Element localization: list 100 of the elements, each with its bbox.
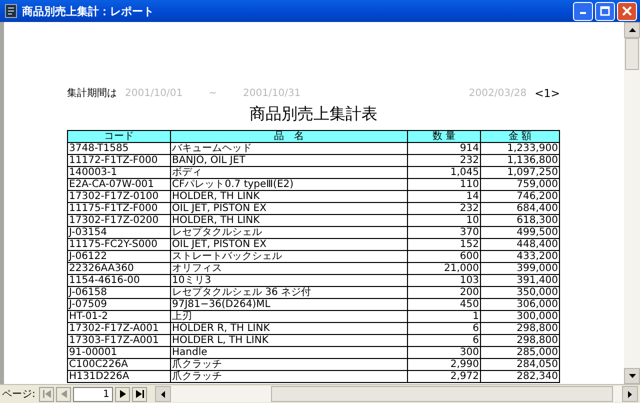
column-header: 数 量 — [408, 130, 480, 142]
down-arrow-icon — [628, 374, 636, 378]
table-cell: 298,800 — [480, 334, 560, 346]
previous-page-icon — [60, 390, 67, 398]
right-arrow-icon — [628, 390, 632, 398]
table-cell: 103 — [408, 274, 480, 286]
table-cell: 1,233,900 — [480, 142, 560, 154]
table-cell: 152 — [408, 238, 480, 250]
table-cell: 10 — [408, 214, 480, 226]
table-cell: 爪クラッチ — [170, 370, 408, 382]
table-cell: H131D226A — [68, 370, 170, 382]
table-cell: HT-01-2 — [68, 310, 170, 322]
table-cell: OIL JET, PISTON EX — [170, 202, 408, 214]
table-cell: 11175-F1TZ-F000 — [68, 202, 170, 214]
left-arrow-icon — [161, 390, 166, 398]
app-icon — [5, 4, 17, 18]
table-cell: 6 — [408, 322, 480, 334]
close-icon — [622, 6, 632, 16]
period-separator: ~ — [208, 88, 218, 98]
table-cell: 284,050 — [480, 358, 560, 370]
table-cell: 232 — [408, 202, 480, 214]
table-cell: Handle — [170, 346, 408, 358]
table-cell: 2,972 — [408, 370, 480, 382]
table-cell: 306,000 — [480, 298, 560, 310]
table-cell: HOLDER R, TH LINK — [170, 322, 408, 334]
scroll-up-button[interactable] — [624, 22, 640, 38]
table-cell: 11175-FC2Y-S000 — [68, 238, 170, 250]
table-cell: J-07509 — [68, 298, 170, 310]
table-cell: レセプタクルシェル — [170, 226, 408, 238]
table-cell: 684,400 — [480, 202, 560, 214]
last-page-icon — [136, 390, 144, 398]
table-cell: 上刃 — [170, 310, 408, 322]
table-cell: 爪クラッチ — [170, 358, 408, 370]
print-date: 2002/03/28 — [468, 88, 527, 98]
table-cell: 300 — [408, 346, 480, 358]
table-cell: 14 — [408, 190, 480, 202]
column-header: コード — [68, 130, 170, 142]
period-end-date: 2001/10/31 — [243, 88, 301, 98]
last-page-button[interactable] — [132, 386, 148, 402]
scroll-thumb[interactable] — [271, 386, 614, 402]
table-cell: 285,000 — [480, 346, 560, 358]
table-cell: 3748-T1585 — [68, 142, 170, 154]
table-cell: 17302-F17Z-0200 — [68, 214, 170, 226]
table-cell: 448,400 — [480, 238, 560, 250]
maximize-icon — [600, 6, 610, 16]
table-cell: オリフィス — [170, 262, 408, 274]
scroll-down-button[interactable] — [624, 368, 640, 384]
next-page-icon — [120, 390, 126, 398]
table-cell: 232 — [408, 154, 480, 166]
table-cell: 21,000 — [408, 262, 480, 274]
table-cell: HOLDER L, TH LINK — [170, 334, 408, 346]
table-cell: 399,000 — [480, 262, 560, 274]
table-cell: 140003-1 — [68, 166, 170, 178]
table-cell: 391,400 — [480, 274, 560, 286]
scroll-left-button[interactable] — [155, 386, 172, 402]
up-arrow-icon — [628, 28, 636, 32]
table-cell: J-03154 — [68, 226, 170, 238]
page-number: <1> — [534, 86, 560, 100]
table-cell: 6 — [408, 334, 480, 346]
table-cell: 300,000 — [480, 310, 560, 322]
vertical-scrollbar[interactable] — [624, 22, 640, 384]
table-cell: 618,300 — [480, 214, 560, 226]
table-cell: バキュームヘッド — [170, 142, 408, 154]
close-button[interactable] — [617, 2, 637, 20]
table-cell: 10ミリ3 — [170, 274, 408, 286]
next-page-button[interactable] — [115, 386, 130, 402]
table-cell: 1,045 — [408, 166, 480, 178]
page-label: ページ: — [2, 388, 36, 401]
table-cell: 22326AA360 — [68, 262, 170, 274]
minimize-button[interactable] — [573, 2, 593, 20]
maximize-button[interactable] — [595, 2, 615, 20]
table-cell: E2A-CA-07W-001 — [68, 178, 170, 190]
horizontal-scrollbar[interactable] — [155, 386, 638, 402]
table-cell: 17302-F17Z-A001 — [68, 322, 170, 334]
table-cell: 759,000 — [480, 178, 560, 190]
table-cell: ボディ — [170, 166, 408, 178]
table-cell: J-06158 — [68, 286, 170, 298]
table-cell: 110 — [408, 178, 480, 190]
table-cell: 282,340 — [480, 370, 560, 382]
table-cell: HOLDER, TH LINK — [170, 190, 408, 202]
table-cell: 1,097,250 — [480, 166, 560, 178]
table-cell: 91-00001 — [68, 346, 170, 358]
column-header: 品 名 — [170, 130, 408, 142]
scroll-right-button[interactable] — [622, 386, 638, 402]
table-cell: 97J81−36(D264)ML — [170, 298, 408, 310]
table-cell: 200 — [408, 286, 480, 298]
table-cell: OIL JET, PISTON EX — [170, 238, 408, 250]
table-cell: CFパレット0.7 typeⅢ(E2) — [170, 178, 408, 190]
table-cell: 746,200 — [480, 190, 560, 202]
table-cell: 499,500 — [480, 226, 560, 238]
table-cell: レセプタクルシェル 36 ネジ付 — [170, 286, 408, 298]
table-cell: 298,800 — [480, 322, 560, 334]
table-cell: 11172-F1TZ-F000 — [68, 154, 170, 166]
report-title: 商品別売上集計表 — [248, 104, 378, 125]
page-number-field[interactable]: 1 — [73, 386, 114, 402]
table-cell: 1,136,800 — [480, 154, 560, 166]
table-cell: 433,200 — [480, 250, 560, 262]
period-label: 集計期間は — [67, 86, 117, 100]
scroll-thumb[interactable] — [625, 38, 639, 70]
table-cell: 17302-F17Z-0100 — [68, 190, 170, 202]
